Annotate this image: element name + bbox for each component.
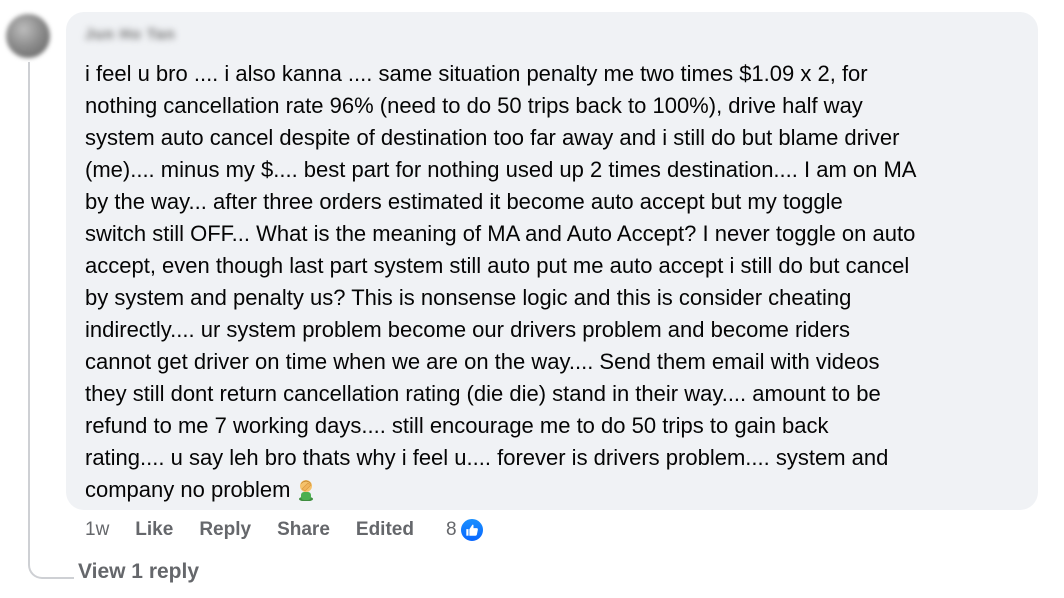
comment-line: cannot get driver on time when we are on…: [85, 349, 880, 374]
like-button[interactable]: Like: [135, 519, 173, 541]
comment-line-last: company no problem: [85, 474, 1018, 506]
reaction-summary[interactable]: 8: [446, 517, 485, 543]
reply-button[interactable]: Reply: [199, 519, 251, 541]
share-button[interactable]: Share: [277, 519, 330, 541]
comment-line: (me).... minus my $.... best part for no…: [85, 157, 917, 182]
comment-line: switch still OFF... What is the meaning …: [85, 221, 916, 246]
comment-actions: 1w Like Reply Share Edited 8: [85, 517, 485, 543]
comment-line: company no problem: [85, 477, 291, 502]
reaction-count: 8: [445, 519, 457, 540]
comment-line: i feel u bro .... i also kanna .... same…: [85, 61, 868, 86]
avatar[interactable]: [6, 14, 50, 58]
comment-line: refund to me 7 working days.... still en…: [85, 413, 829, 438]
author-name[interactable]: Jun Ho Tan: [85, 26, 205, 50]
man-facepalming-emoji-icon: [294, 477, 318, 502]
comment-line: by system and penalty us? This is nonsen…: [85, 285, 852, 310]
comment-line: rating.... u say leh bro thats why i fee…: [85, 445, 889, 470]
view-replies-link[interactable]: View 1 reply: [78, 560, 199, 584]
thumbs-up-icon: [458, 517, 485, 543]
comment-timestamp[interactable]: 1w: [85, 519, 109, 541]
comment-line: they still dont return cancellation rati…: [85, 381, 881, 406]
comment-line: nothing cancellation rate 96% (need to d…: [85, 93, 863, 118]
comment-line: indirectly.... ur system problem become …: [85, 317, 851, 342]
comment-line: by the way... after three orders estimat…: [85, 189, 843, 214]
edited-label[interactable]: Edited: [356, 519, 414, 541]
comment-text: i feel u bro .... i also kanna .... same…: [85, 58, 1018, 506]
comment-line: accept, even though last part system sti…: [85, 253, 910, 278]
comment-line: system auto cancel despite of destinatio…: [85, 125, 900, 150]
comment-bubble: Jun Ho Tan i feel u bro .... i also kann…: [66, 12, 1038, 510]
